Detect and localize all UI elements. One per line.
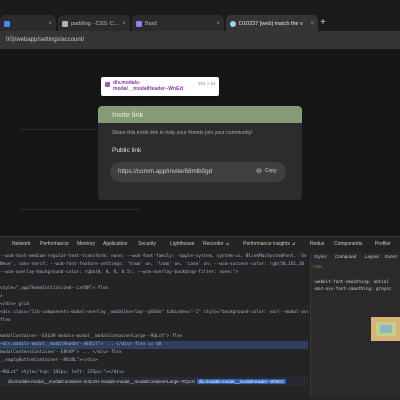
- box-model-padding: [376, 322, 396, 336]
- dom-line[interactable]: </div> grid: [0, 301, 308, 309]
- dom-line[interactable]: --wcm-text-medium-regular-text-transform…: [0, 253, 308, 261]
- address-bar[interactable]: 00)/webapp/settings/account/: [0, 31, 400, 49]
- tab-memory[interactable]: Memory: [77, 241, 95, 247]
- dom-line[interactable]: Neue', sans-serif; --wcm-font-feature-se…: [0, 261, 308, 269]
- tab-layout[interactable]: Layout: [365, 254, 379, 259]
- dom-line-selected[interactable]: ~div.modals-modal__modalHeader--WnEzl"> …: [0, 341, 308, 349]
- favicon-icon: [62, 20, 68, 27]
- dom-breadcrumb: div.modals-modal__modalContainer--E4LOH.…: [0, 377, 308, 386]
- dom-line[interactable]: <div class="lib-components-modal-overlay…: [0, 309, 308, 317]
- tab-lighthouse[interactable]: Lighthouse: [170, 241, 194, 247]
- public-link-label: Public link: [112, 147, 142, 154]
- breadcrumb-header[interactable]: div.modals-modal__modalHeader--WnEzl: [196, 379, 286, 384]
- devtools-panel: Network Performance Memory Application S…: [0, 236, 400, 400]
- dom-line[interactable]: style="_appThemeInitialized--LxYOR"> fle…: [0, 285, 308, 293]
- tab-security[interactable]: Security: [138, 241, 156, 247]
- box-model-content: [380, 325, 392, 333]
- css-rule-line[interactable]: -webkit-font-smoothing: antial: [313, 279, 389, 284]
- copy-button[interactable]: ⊖ Copy: [256, 167, 277, 175]
- tooltip-size: 204 × 64: [198, 81, 216, 86]
- favicon-icon: [4, 20, 10, 27]
- close-icon[interactable]: ×: [48, 21, 52, 27]
- favicon-icon: [136, 20, 142, 27]
- tab-label: Bard: [145, 20, 157, 27]
- dom-line[interactable]: flex: [0, 317, 308, 325]
- tab-application[interactable]: Application: [103, 241, 127, 247]
- styles-filter-input[interactable]: Filter: [313, 264, 363, 271]
- tab-strip: × padding - CSS: Cascading St × Bard × D…: [0, 0, 400, 32]
- breadcrumb-container[interactable]: div.modals-modal__modalContainer--E4LOH.…: [8, 379, 195, 384]
- browser-window: × padding - CSS: Cascading St × Bard × D…: [0, 0, 400, 400]
- tab-components[interactable]: Components: [334, 241, 362, 247]
- box-model-diagram: [371, 317, 400, 341]
- tab-label: D10237 [web] match the v: [239, 20, 303, 27]
- modal-description: Share this invite link to help your frie…: [112, 130, 253, 136]
- tab-redux[interactable]: Redux: [310, 241, 324, 247]
- tab-performance-insights[interactable]: Performance insights ⊿: [243, 241, 296, 247]
- tab-recorder[interactable]: Recorder ⊿: [203, 241, 229, 247]
- close-icon[interactable]: ×: [216, 21, 220, 27]
- tab-label: padding - CSS: Cascading St: [71, 20, 120, 27]
- browser-tab[interactable]: Bard ×: [132, 15, 224, 32]
- close-icon[interactable]: ×: [310, 21, 314, 27]
- invite-link-url[interactable]: https://comm.app/invite/68mlb0gd: [118, 168, 212, 175]
- tab-performance[interactable]: Performance: [40, 241, 69, 247]
- invite-link-box[interactable]: https://comm.app/invite/68mlb0gd ⊖ Copy: [110, 162, 286, 182]
- invite-modal: Invite link Share this invite link to he…: [98, 106, 302, 200]
- tab-event[interactable]: Event: [385, 254, 397, 259]
- close-icon[interactable]: ×: [122, 21, 126, 27]
- browser-tab[interactable]: padding - CSS: Cascading St ×: [58, 15, 130, 32]
- tab-profiler[interactable]: Profiler: [375, 241, 391, 247]
- dom-line[interactable]: [0, 277, 308, 285]
- new-tab-button[interactable]: +: [320, 16, 326, 30]
- address-url[interactable]: 00)/webapp/settings/account/: [0, 37, 84, 43]
- devtools-tabs: Network Performance Memory Application S…: [0, 241, 305, 253]
- css-rule-line[interactable]: -moz-osx-font-smoothing: graysc: [313, 286, 391, 291]
- tab-styles[interactable]: Styles: [314, 254, 327, 259]
- copy-label: Copy: [264, 168, 277, 174]
- dom-line[interactable]: --wcm-overlay-background-color: rgba(0, …: [0, 269, 308, 277]
- tab-network[interactable]: Network: [12, 241, 30, 247]
- dom-line[interactable]: modalContainer--E4LOH modals-modal__moda…: [0, 333, 308, 341]
- styles-pane: Styles Computed Layout Event Filter -web…: [310, 253, 400, 397]
- browser-tab-active[interactable]: D10237 [web] match the v ×: [226, 15, 318, 32]
- dom-line[interactable]: >: [0, 293, 308, 301]
- favicon-icon: [230, 20, 236, 27]
- tab-computed[interactable]: Computed: [335, 254, 356, 259]
- element-icon: [105, 82, 110, 87]
- tooltip-selector: div.modals-modal__modalHeader--WnEzl: [113, 80, 184, 92]
- modal-title: Invite link: [112, 110, 144, 119]
- modal-header: Invite link: [98, 106, 302, 123]
- inspect-tooltip: div.modals-modal__modalHeader--WnEzl 204…: [101, 77, 219, 96]
- devtools-extension-tabs: Redux Components Profiler: [305, 241, 400, 253]
- link-icon: ⊖: [256, 168, 262, 175]
- browser-tab[interactable]: ×: [0, 15, 56, 32]
- dom-line[interactable]: ~RQLst" style="top: 192px; left: 235px;"…: [0, 369, 308, 377]
- dom-tree: --wcm-text-medium-regular-text-transform…: [0, 253, 308, 397]
- divider: [20, 209, 140, 210]
- dom-line[interactable]: modalContentContainer--E8hVP"> ... </div…: [0, 349, 308, 357]
- dom-line[interactable]: __emptyButtonContainer--R0iBL"></div>: [0, 357, 308, 365]
- dom-line[interactable]: [0, 325, 308, 333]
